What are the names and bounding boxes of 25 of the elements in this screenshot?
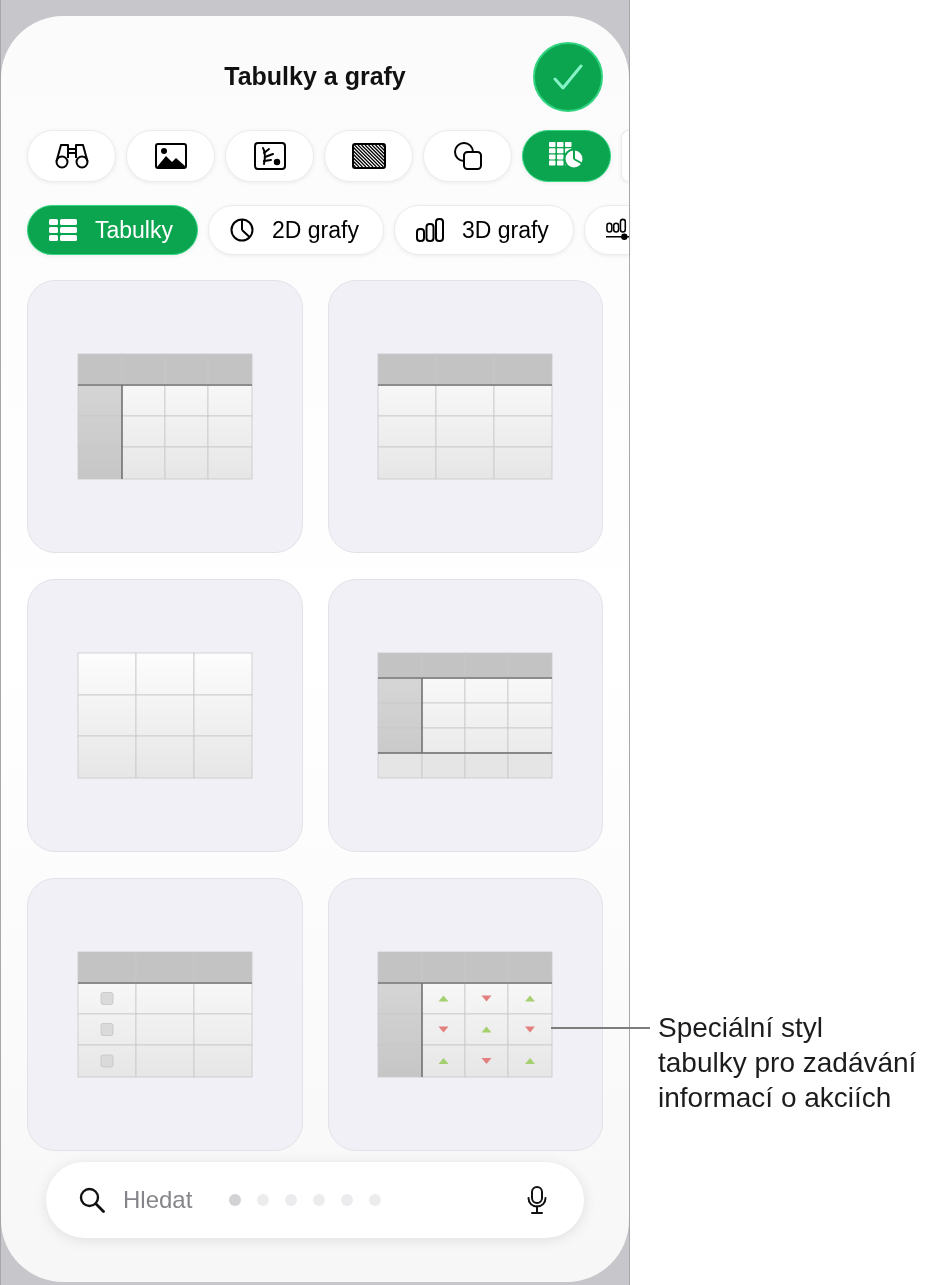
sheet-title: Tabulky a grafy — [224, 61, 406, 93]
hatched-rectangle-icon — [351, 143, 386, 169]
microphone-icon — [527, 1186, 547, 1214]
table-style-tile[interactable] — [327, 878, 603, 1151]
bars-slider-icon — [605, 218, 629, 242]
category-tab[interactable]: 3D grafy — [393, 205, 574, 255]
table-style-tile[interactable] — [27, 579, 303, 852]
search-field[interactable]: Hledat — [123, 1182, 223, 1218]
overlapping-shapes-icon — [453, 142, 482, 170]
category-tab[interactable] — [583, 205, 629, 255]
binoculars-icon — [54, 143, 89, 169]
framed-leaf-icon — [253, 142, 286, 170]
table-style-tile[interactable] — [27, 280, 303, 553]
table-pie-chart-icon — [548, 142, 585, 170]
table-style-tile[interactable] — [327, 280, 603, 553]
callout-text: Speciální styl tabulky pro zadávání informací o akciích — [658, 1011, 918, 1115]
bar-chart-icon — [415, 218, 444, 242]
checkmark-icon — [553, 63, 583, 91]
photo-icon — [154, 143, 187, 169]
table-icon — [49, 219, 77, 241]
search-icon — [79, 1187, 105, 1213]
table-style-tile[interactable] — [327, 579, 603, 852]
pie-chart-icon — [230, 218, 254, 242]
table-style-tile[interactable] — [27, 878, 303, 1151]
category-tab[interactable]: 2D grafy — [208, 205, 384, 255]
